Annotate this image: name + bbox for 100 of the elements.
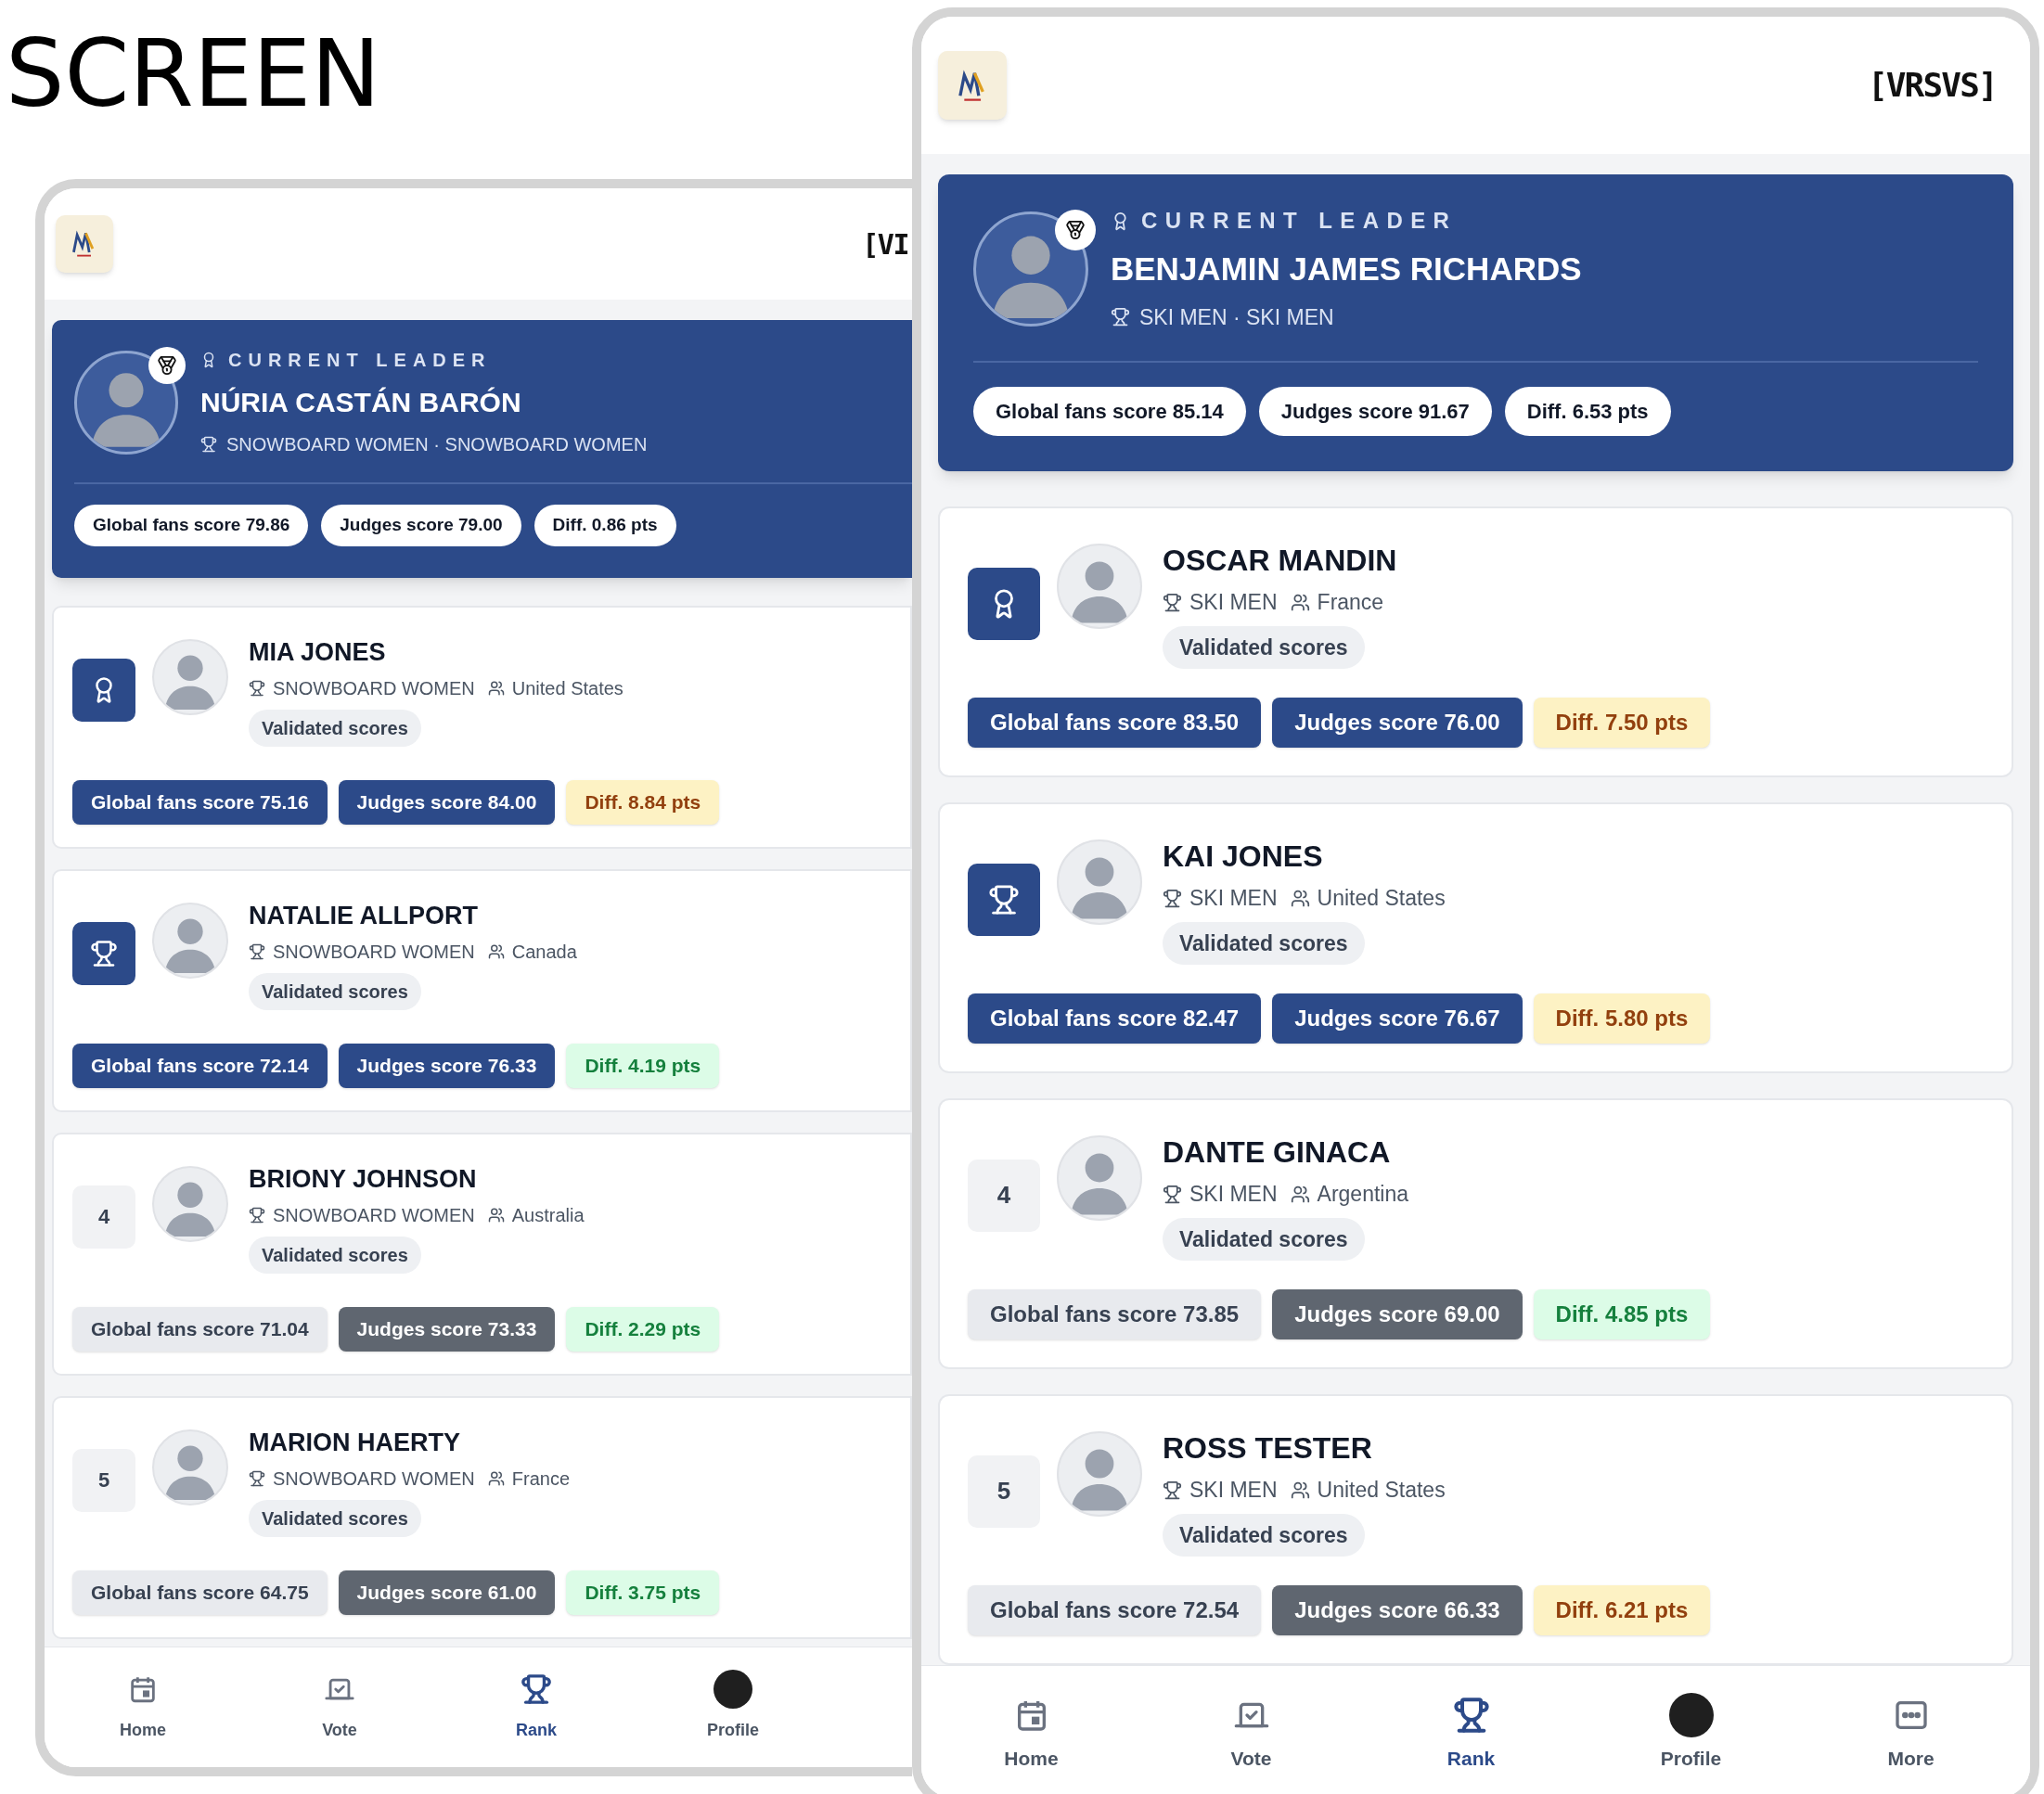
athlete-card[interactable]: KAI JONES SKI MEN United States Validated scores Global fans score 82.47 Judges score 76.67 Diff. 5.80 pts bbox=[938, 802, 2013, 1073]
people-icon bbox=[487, 680, 505, 697]
athlete-name: KAI JONES bbox=[1163, 839, 1324, 875]
athlete-category: SNOWBOARD WOMEN bbox=[273, 941, 475, 964]
score-difference-pill: Diff. 4.19 pts bbox=[566, 1043, 720, 1088]
trophy-icon bbox=[1163, 1480, 1182, 1500]
judges-score-pill: Judges score 76.00 bbox=[1272, 698, 1523, 748]
page-title: SCREEN bbox=[6, 28, 380, 121]
nav-tab[interactable]: Rank bbox=[438, 1666, 635, 1743]
status-chip: Validated scores bbox=[249, 1237, 421, 1274]
leader-label: CURRENT LEADER bbox=[1141, 207, 1458, 235]
nav-tab[interactable]: Vote bbox=[241, 1666, 438, 1743]
athlete-category: SKI MEN bbox=[1189, 885, 1278, 912]
rank-badge: 4 bbox=[72, 1185, 135, 1249]
athlete-name: DANTE GINACA bbox=[1163, 1134, 1392, 1171]
trophy-icon bbox=[1163, 888, 1182, 908]
rank-badge: 5 bbox=[968, 1454, 1040, 1528]
score-difference-pill: Diff. 7.50 pts bbox=[1533, 698, 1711, 748]
athlete-name: BRIONY JOHNSON bbox=[249, 1163, 478, 1195]
leader-score-pill: Judges score 79.00 bbox=[321, 505, 521, 546]
leader-category: SKI MEN · SKI MEN bbox=[1139, 303, 1334, 331]
leader-name: BENJAMIN JAMES RICHARDS bbox=[1111, 250, 1582, 288]
nav-tab[interactable]: More bbox=[1801, 1691, 2021, 1774]
leader-category: SNOWBOARD WOMEN · SNOWBOARD WOMEN bbox=[226, 433, 648, 456]
fans-score-pill: Global fans score 75.16 bbox=[72, 779, 328, 825]
nav-tab[interactable]: Profile bbox=[635, 1666, 831, 1743]
score-difference-pill: Diff. 3.75 pts bbox=[566, 1570, 720, 1615]
score-difference-pill: Diff. 6.21 pts bbox=[1533, 1585, 1711, 1635]
athlete-card[interactable]: MIA JONES SNOWBOARD WOMEN United States Validated scores Global fans score 75.16 Judges score 84.00 Diff. 8.84 pts bbox=[52, 605, 912, 849]
leader-score-pill: Global fans score 85.14 bbox=[973, 387, 1246, 436]
leader-score-pill: Judges score 91.67 bbox=[1258, 387, 1492, 436]
leader-score-pill: Global fans score 79.86 bbox=[74, 505, 309, 546]
athlete-name: ROSS TESTER bbox=[1163, 1430, 1373, 1467]
fans-score-pill: Global fans score 72.14 bbox=[72, 1043, 328, 1088]
athlete-card[interactable]: NATALIE ALLPORT SNOWBOARD WOMEN Canada Validated scores Global fans score 72.14 Judges score 76.33 Diff. 4.19 pts bbox=[52, 868, 912, 1112]
score-difference-pill: Diff. 2.29 pts bbox=[566, 1306, 720, 1352]
judges-score-pill: Judges score 69.00 bbox=[1272, 1289, 1523, 1339]
status-chip: Validated scores bbox=[249, 973, 421, 1010]
trophy-icon bbox=[249, 1470, 265, 1487]
athlete-country: Argentina bbox=[1317, 1181, 1409, 1208]
athlete-name: MARION HAERTY bbox=[249, 1427, 461, 1458]
status-chip: Validated scores bbox=[1163, 625, 1365, 669]
profile-avatar bbox=[713, 1670, 752, 1709]
rank-badge: 4 bbox=[968, 1159, 1040, 1232]
athlete-category: SNOWBOARD WOMEN bbox=[273, 1467, 475, 1491]
people-icon bbox=[487, 1470, 505, 1487]
leader-label: CURRENT LEADER bbox=[228, 349, 492, 372]
people-icon bbox=[1290, 592, 1310, 612]
fans-score-pill: Global fans score 82.47 bbox=[968, 993, 1262, 1044]
fans-score-pill: Global fans score 64.75 bbox=[72, 1570, 328, 1615]
nav-tab[interactable]: Vote bbox=[1141, 1691, 1361, 1774]
fans-score-pill: Global fans score 83.50 bbox=[968, 698, 1262, 748]
athlete-country: United States bbox=[511, 677, 623, 700]
judges-score-pill: Judges score 84.00 bbox=[338, 779, 556, 825]
status-chip: Validated scores bbox=[249, 710, 421, 747]
trophy-icon bbox=[249, 943, 265, 960]
athlete-category: SNOWBOARD WOMEN bbox=[273, 1204, 475, 1227]
athlete-card[interactable]: 5 MARION HAERTY SNOWBOARD WOMEN France Validated scores Global fans score 64.75 Judges score 61.00 Diff. 3.75 pts bbox=[52, 1395, 912, 1639]
trophy-icon bbox=[988, 883, 1020, 916]
status-chip: Validated scores bbox=[1163, 1217, 1365, 1261]
athlete-category: SNOWBOARD WOMEN bbox=[273, 677, 475, 700]
athlete-name: NATALIE ALLPORT bbox=[249, 900, 479, 931]
people-icon bbox=[487, 943, 505, 960]
leader-name: NÚRIA CASTÁN BARÓN bbox=[200, 386, 522, 419]
athlete-country: United States bbox=[1317, 885, 1446, 912]
athlete-card[interactable]: OSCAR MANDIN SKI MEN France Validated scores Global fans score 83.50 Judges score 76.00 Diff. 7.50 pts bbox=[938, 506, 2013, 777]
nav-tab[interactable]: Rank bbox=[1361, 1691, 1581, 1774]
judges-score-pill: Judges score 66.33 bbox=[1272, 1585, 1523, 1635]
people-icon bbox=[487, 1207, 505, 1224]
trophy-icon bbox=[1452, 1696, 1490, 1734]
nav-tab[interactable]: Home bbox=[921, 1691, 1141, 1774]
judges-score-pill: Judges score 61.00 bbox=[338, 1570, 556, 1615]
athlete-country: United States bbox=[1317, 1477, 1446, 1504]
judges-score-pill: Judges score 73.33 bbox=[338, 1306, 556, 1352]
brand-logo: [VI bbox=[862, 226, 908, 263]
athlete-country: France bbox=[511, 1467, 571, 1491]
fans-score-pill: Global fans score 73.85 bbox=[968, 1289, 1262, 1339]
nav-tab[interactable]: Profile bbox=[1581, 1691, 1801, 1774]
score-difference-pill: Diff. 8.84 pts bbox=[566, 779, 720, 825]
nav-tab[interactable]: Home bbox=[45, 1666, 241, 1743]
brand-logo: [VRSVS] bbox=[1867, 65, 1997, 106]
athlete-card[interactable]: 4 DANTE GINACA SKI MEN Argentina Validated scores Global fans score 73.85 Judges score 69.00 Diff. 4.85 pts bbox=[938, 1098, 2013, 1369]
people-icon bbox=[1290, 1184, 1310, 1204]
people-icon bbox=[1290, 1480, 1310, 1500]
trophy-icon bbox=[1163, 1184, 1182, 1204]
athlete-category: SKI MEN bbox=[1189, 1477, 1278, 1504]
trophy-icon bbox=[249, 1207, 265, 1224]
leader-score-pill: Diff. 6.53 pts bbox=[1504, 387, 1671, 436]
athlete-name: OSCAR MANDIN bbox=[1163, 543, 1397, 579]
athlete-card[interactable]: 4 BRIONY JOHNSON SNOWBOARD WOMEN Australia Validated scores Global fans score 71.04 Judges score 73.33 Diff. 2.29 pts bbox=[52, 1132, 912, 1376]
athlete-card[interactable]: 5 ROSS TESTER SKI MEN United States Validated scores Global fans score 72.54 Judges score 66.33 Diff. 6.21 pts bbox=[938, 1394, 2013, 1665]
judges-score-pill: Judges score 76.67 bbox=[1272, 993, 1523, 1044]
trophy-icon bbox=[90, 939, 118, 967]
fans-score-pill: Global fans score 71.04 bbox=[72, 1306, 328, 1352]
people-icon bbox=[1290, 888, 1310, 908]
fans-score-pill: Global fans score 72.54 bbox=[968, 1585, 1262, 1635]
athlete-category: SKI MEN bbox=[1189, 1181, 1278, 1208]
rank-badge: 5 bbox=[72, 1448, 135, 1512]
athlete-country: Australia bbox=[511, 1204, 585, 1227]
status-chip: Validated scores bbox=[1163, 921, 1365, 965]
